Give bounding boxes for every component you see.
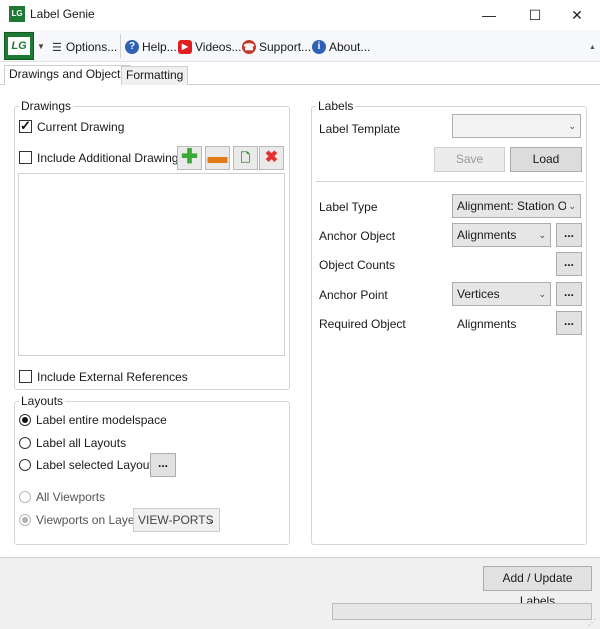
chevron-down-icon: ⌄ [538, 289, 546, 299]
label-all-layouts-label: Label all Layouts [36, 436, 127, 450]
label-type-select[interactable]: Alignment: Station Of ⌄ [452, 194, 581, 218]
anchor-point-label: Anchor Point [319, 288, 388, 302]
add-plus-icon: ✚ [181, 146, 198, 168]
progress-bar [332, 603, 592, 620]
about-label: About... [329, 40, 371, 54]
chevron-down-icon: ⌄ [566, 195, 576, 217]
viewports-on-layer-label: Viewports on Layer [36, 513, 139, 527]
current-drawing-checkbox[interactable] [19, 118, 32, 134]
chevron-down-icon[interactable]: ▼ [37, 42, 45, 51]
labels-divider [316, 181, 584, 182]
label-template-select[interactable]: ⌄ [452, 114, 581, 138]
toolbar-overflow-icon[interactable]: ▲ [589, 44, 596, 51]
anchor-object-label: Anchor Object [319, 229, 396, 243]
load-template-button[interactable]: Load [510, 147, 582, 172]
label-template-label: Label Template [319, 122, 401, 136]
anchor-point-value: Vertices [457, 287, 500, 301]
options-button[interactable]: ☰ Options... [52, 38, 117, 56]
viewport-layer-value: VIEW-PORTS [138, 513, 214, 527]
viewports-on-layer-radio[interactable] [19, 514, 31, 526]
app-logo-icon: LG [9, 6, 25, 22]
label-selected-layouts-radio[interactable] [19, 459, 31, 471]
help-label: Help... [142, 40, 177, 54]
object-counts-button[interactable]: ... [556, 252, 582, 276]
chevron-down-icon: ⌄ [538, 230, 546, 240]
tab-drawings-and-objects[interactable]: Drawings and Objects [4, 65, 132, 85]
select-layouts-button[interactable]: ... [150, 453, 176, 477]
toolbar-separator [120, 34, 121, 58]
label-entire-modelspace-label: Label entire modelspace [36, 413, 167, 427]
toolbar: LG ▼ ☰ Options... ? Help... ▶ Videos... … [0, 30, 600, 62]
delete-x-icon: ✖ [264, 149, 279, 166]
include-external-references-checkbox[interactable] [19, 370, 32, 383]
add-update-labels-button[interactable]: Add / Update Labels [483, 566, 592, 608]
support-button[interactable]: ☎ Support... [242, 38, 311, 56]
anchor-object-select[interactable]: Alignments ⌄ [452, 223, 551, 247]
app-logo-icon: LG [8, 37, 30, 55]
clear-drawings-button[interactable]: ✖ [259, 146, 284, 170]
label-selected-layouts-label: Label selected Layouts [36, 458, 159, 472]
anchor-point-select[interactable]: Vertices ⌄ [452, 282, 551, 306]
close-window-button[interactable]: ✕ [554, 0, 600, 30]
support-headset-icon: ☎ [242, 40, 256, 54]
chevron-down-icon: ⌄ [568, 121, 576, 131]
title-bar: LG Label Genie — ☐ ✕ [0, 0, 600, 30]
videos-button[interactable]: ▶ Videos... [178, 38, 241, 56]
all-viewports-radio[interactable] [19, 491, 31, 503]
help-icon: ? [125, 40, 139, 54]
required-object-browse-button[interactable]: ... [556, 311, 582, 335]
all-viewports-label: All Viewports [36, 490, 106, 504]
include-external-references-label: Include External References [37, 370, 188, 384]
videos-play-icon: ▶ [178, 40, 192, 54]
label-type-label: Label Type [319, 200, 378, 214]
chevron-down-icon: ⌄ [207, 515, 215, 525]
videos-label: Videos... [195, 40, 242, 54]
add-drawing-button[interactable]: ✚ [177, 146, 202, 170]
drawings-group-title: Drawings [19, 99, 74, 113]
additional-drawings-list[interactable] [18, 173, 285, 356]
required-object-value: Alignments [457, 317, 517, 331]
file-icon: 🗋 [240, 151, 251, 165]
anchor-point-browse-button[interactable]: ... [556, 282, 582, 306]
label-entire-modelspace-radio[interactable] [19, 414, 31, 426]
label-all-layouts-radio[interactable] [19, 437, 31, 449]
include-additional-drawings-label: Include Additional Drawings [37, 151, 185, 165]
save-template-button[interactable]: Save [434, 147, 505, 172]
labels-group-title: Labels [316, 99, 356, 113]
logo-menu-button[interactable]: LG [4, 32, 34, 60]
remove-drawing-button[interactable]: ▬ [205, 146, 230, 170]
open-file-button[interactable]: 🗋 [233, 146, 258, 170]
options-label: Options... [65, 40, 118, 54]
required-object-label: Required Object [319, 317, 406, 331]
maximize-button[interactable]: ☐ [512, 0, 558, 30]
window-title: Label Genie [30, 7, 95, 21]
support-label: Support... [259, 40, 312, 54]
layouts-group-title: Layouts [19, 394, 66, 408]
help-button[interactable]: ? Help... [125, 38, 177, 56]
about-info-icon: i [312, 40, 326, 54]
about-button[interactable]: i About... [312, 38, 370, 56]
options-list-icon: ☰ [52, 41, 62, 54]
resize-grip-icon[interactable]: ⋰ [588, 618, 596, 627]
object-counts-label: Object Counts [319, 258, 396, 272]
label-type-value: Alignment: Station Of [457, 199, 571, 213]
anchor-object-value: Alignments [457, 228, 517, 242]
anchor-object-browse-button[interactable]: ... [556, 223, 582, 247]
include-additional-drawings-checkbox[interactable] [19, 151, 32, 164]
minimize-button[interactable]: — [466, 0, 512, 30]
tab-formatting[interactable]: Formatting [121, 66, 189, 85]
remove-minus-icon: ▬ [207, 146, 228, 168]
viewport-layer-select[interactable]: VIEW-PORTS ⌄ [133, 508, 220, 532]
current-drawing-label: Current Drawing [37, 120, 125, 134]
